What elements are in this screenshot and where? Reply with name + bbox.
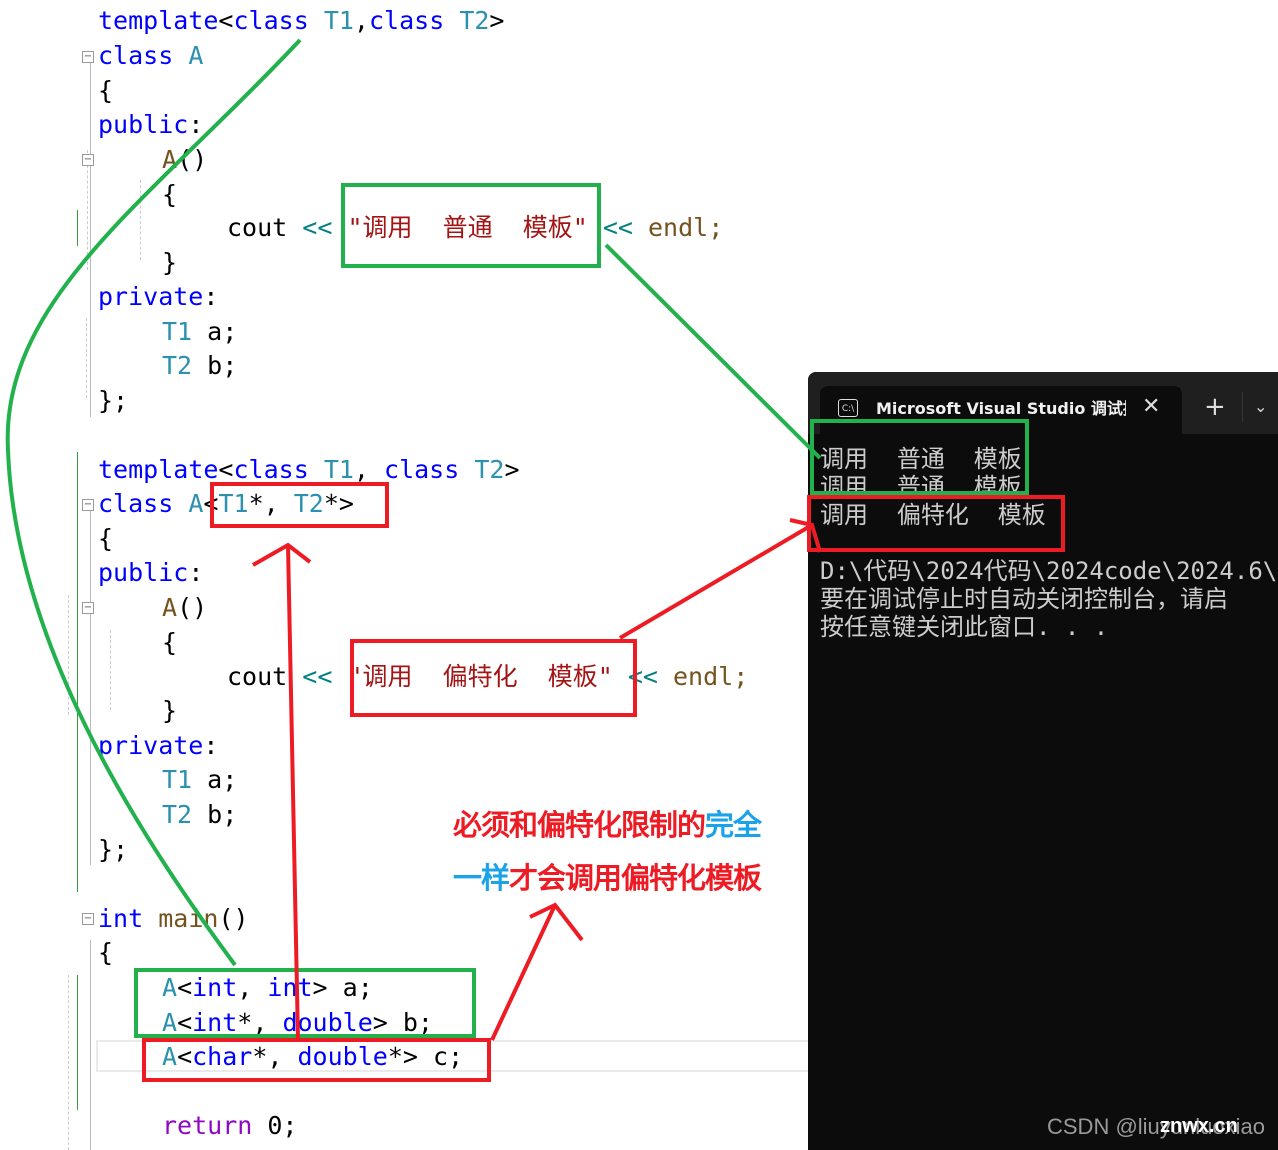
code-line-ctor-close: }: [162, 248, 178, 277]
change-marker: [77, 452, 78, 892]
outline-guide: [90, 62, 91, 417]
code-line-ctor-open-2: {: [162, 628, 178, 657]
annotation-note-line-1: 必须和偏特化限制的完全: [453, 808, 762, 842]
tab-separator: [1242, 392, 1243, 422]
highlight-box-partial-decl: [142, 1038, 491, 1082]
highlight-box-normal-decls: [134, 968, 476, 1038]
chevron-down-icon[interactable]: ⌄: [1254, 396, 1267, 418]
code-line-ctor-close-2: }: [162, 696, 178, 725]
collapse-partial-class-button[interactable]: −: [82, 499, 94, 511]
outline-guide: [90, 940, 91, 1150]
indent-guide: [110, 630, 111, 710]
indent-guide: [68, 975, 69, 1150]
code-line-member-a-2: T1 a;: [162, 765, 238, 794]
highlight-box-partial-args: [210, 482, 389, 528]
outline-guide: [90, 510, 91, 865]
terminal-icon: C:\: [838, 399, 858, 417]
code-line-brace: {: [98, 76, 114, 105]
code-line-template-2: template<class T1, class T2>: [98, 455, 520, 484]
code-line-member-b: T2 b;: [162, 351, 238, 380]
collapse-ctor-button[interactable]: −: [82, 154, 94, 166]
code-line-ctor-2: A(): [162, 593, 208, 622]
code-line-public: public:: [98, 110, 204, 139]
collapse-main-button[interactable]: −: [82, 913, 94, 925]
code-line-ctor-open: {: [162, 180, 178, 209]
indent-guide: [86, 318, 87, 398]
highlight-box-console-normal: [810, 419, 1029, 495]
change-marker: [77, 975, 78, 1110]
code-line-main-brace: {: [98, 938, 114, 967]
console-output-line: 要在调试停止时自动关闭控制台，请启: [820, 585, 1228, 613]
change-marker: [77, 210, 78, 246]
console-tab-title: Microsoft Visual Studio 调试控制台: [876, 399, 1126, 418]
indent-guide: [68, 595, 69, 715]
code-line-close: };: [98, 386, 129, 415]
code-line-close-2: };: [98, 835, 129, 864]
new-tab-icon[interactable]: +: [1204, 392, 1226, 422]
console-output-line: 按任意键关闭此窗口. . .: [820, 613, 1109, 641]
console-output-line: D:\代码\2024代码\2024code\2024.6\: [820, 557, 1278, 585]
annotation-note-line-2: 一样才会调用偏特化模板: [453, 861, 762, 895]
highlight-box-partial-string: [350, 639, 637, 717]
collapse-class-a-button[interactable]: −: [82, 51, 94, 63]
code-line-main: int main(): [98, 904, 249, 933]
indent-guide: [87, 150, 88, 270]
code-line-template: template<class T1,class T2>: [98, 6, 505, 35]
code-line-private-2: private:: [98, 731, 219, 760]
site-watermark: znwx.cn: [1160, 1115, 1238, 1137]
code-line-public-2: public:: [98, 558, 204, 587]
collapse-partial-ctor-button[interactable]: −: [82, 602, 94, 614]
close-icon[interactable]: ✕: [1142, 394, 1160, 420]
code-line-ctor: A(): [162, 145, 208, 174]
code-line-brace-2: {: [98, 524, 114, 553]
code-line-member-b-2: T2 b;: [162, 800, 238, 829]
code-line-private: private:: [98, 282, 219, 311]
indent-guide: [140, 180, 141, 260]
code-line-return: return 0;: [162, 1111, 298, 1140]
code-line-member-a: T1 a;: [162, 317, 238, 346]
highlight-box-normal-string: [341, 183, 601, 268]
highlight-box-console-partial: [807, 495, 1065, 552]
code-line-class-decl: class A: [98, 41, 204, 70]
